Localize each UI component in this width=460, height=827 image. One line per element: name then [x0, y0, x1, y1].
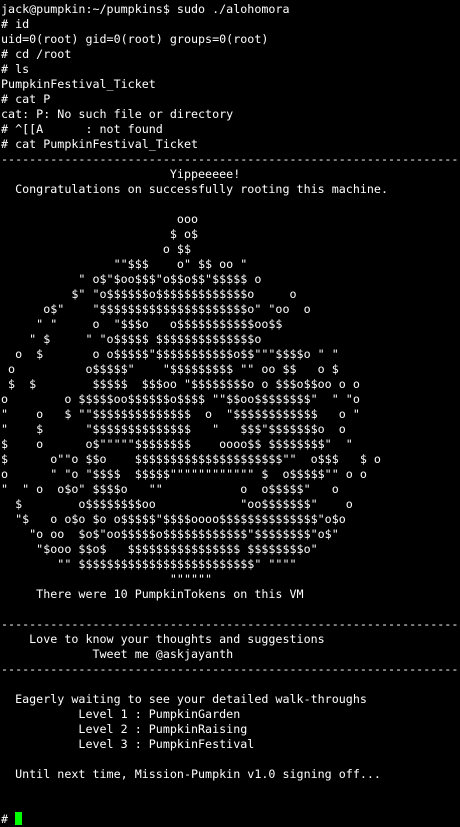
terminal-line: # cat P — [1, 92, 51, 106]
terminal-line: ----------------------------------------… — [1, 662, 459, 676]
terminal-line: ""$$$ o" $$ oo " — [1, 257, 248, 271]
terminal-window[interactable]: jack@pumpkin:~/pumpkins$ sudo ./alohomor… — [0, 0, 460, 827]
terminal-line: " $ " "o$$$$$ $$$$$$$$$$$$$$o — [1, 332, 262, 346]
terminal-line: $ o o$"""""$$$$$$$$ oooo$$ $$$$$$$$" " — [1, 437, 353, 451]
terminal-line: " o $ ""$$$$$$$$$$$$$$ o "$$$$$$$$$$$$ o… — [1, 407, 360, 421]
text-cursor — [15, 812, 23, 825]
terminal-line: o o $$$$$oo$$$$$$o$$$$ ""$$oo$$$$$$$$" "… — [1, 392, 360, 406]
terminal-output: jack@pumpkin:~/pumpkins$ sudo ./alohomor… — [1, 2, 460, 812]
terminal-line: # ^[[A : not found — [1, 122, 163, 136]
terminal-line: " " o "$$$o o$$$$$$$$$$$oo$$ — [1, 317, 283, 331]
terminal-line: Tweet me @askjayanth — [1, 647, 234, 661]
terminal-line: jack@pumpkin:~/pumpkins$ sudo ./alohomor… — [1, 2, 290, 16]
terminal-line: o " "o "$$$$ $$$$$"""""""""""" $ o$$$$$"… — [1, 467, 367, 481]
terminal-line: o$" "$$$$$$$$$$$$$$$$$$$$$o" "oo o — [1, 302, 311, 316]
terminal-line: There were 10 PumpkinTokens on this VM — [1, 587, 304, 601]
terminal-line: """""" — [1, 572, 213, 586]
terminal-line: $" "o$$$$$$o$$$$$$$$$$$$$o o — [1, 287, 297, 301]
terminal-line: # cat PumpkinFestival_Ticket — [1, 137, 199, 151]
prompt-symbol: # — [1, 812, 9, 826]
terminal-line: ----------------------------------------… — [1, 152, 459, 166]
terminal-line: cat: P: No such file or directory — [1, 107, 234, 121]
terminal-line: "" $$$$$$$$$$$$$$$$$$$$$$$$$" """" — [1, 557, 297, 571]
terminal-line: $ o$$$$$$$$oo "oo$$$$$$$" o — [1, 497, 353, 511]
terminal-line: Until next time, Mission-Pumpkin v1.0 si… — [1, 767, 381, 781]
terminal-line: Love to know your thoughts and suggestio… — [1, 632, 325, 646]
terminal-line: # id — [1, 17, 30, 31]
terminal-line: # cd /root — [1, 47, 72, 61]
terminal-line: o $$ — [1, 242, 191, 256]
terminal-line: " o$"$oo$$$"o$$o$$"$$$$$ o — [1, 272, 262, 286]
terminal-line: $ $ $$$$$ $$$oo "$$$$$$$$o o $$$o$$oo o … — [1, 377, 360, 391]
terminal-line: # ls — [1, 62, 30, 76]
terminal-line: Eagerly waiting to see your detailed wal… — [1, 692, 367, 706]
terminal-line: o $ o o$$$$$"$$$$$$$$$$$o$$"""$$$$o " " — [1, 347, 339, 361]
terminal-line: ooo — [1, 212, 199, 226]
terminal-line: $ o$ — [1, 227, 199, 241]
terminal-line: "o oo $o$"oo$$$$$o$$$$$$$$$$$$"$$$$$$$$"… — [1, 527, 339, 541]
terminal-line: uid=0(root) gid=0(root) groups=0(root) — [1, 32, 269, 46]
terminal-line: o o$$$$$" "$$$$$$$$$ "" oo $$ o $ — [1, 362, 339, 376]
terminal-line: Level 1 : PumpkinGarden — [1, 707, 241, 721]
terminal-line: " $ "$$$$$$$$$$$$$$ " $$$"$$$$$$$o o — [1, 422, 346, 436]
terminal-line: Level 2 : PumpkinRaising — [1, 722, 248, 736]
terminal-line: ----------------------------------------… — [1, 617, 459, 631]
terminal-line: PumpkinFestival_Ticket — [1, 77, 156, 91]
terminal-line: " " o o$o" $$$$o "" o o$$$$$" o — [1, 482, 339, 496]
terminal-line: $ o""o $$o $$$$$$$$$$$$$$$$$$$$$"" o$$$ … — [1, 452, 381, 466]
terminal-line: "$ o o$o $o o$$$$$"$$$$oooo$$$$$$$$$$$$$… — [1, 512, 346, 526]
terminal-line: Level 3 : PumpkinFestival — [1, 737, 255, 751]
terminal-line: Yippeeeee! — [1, 167, 241, 181]
terminal-line: Congratulations on successfully rooting … — [1, 182, 389, 196]
command-prompt[interactable]: # — [1, 812, 23, 827]
terminal-line: "$ooo $$o$ $$$$$$$$$$$$$$$$ $$$$$$$$o" — [1, 542, 318, 556]
